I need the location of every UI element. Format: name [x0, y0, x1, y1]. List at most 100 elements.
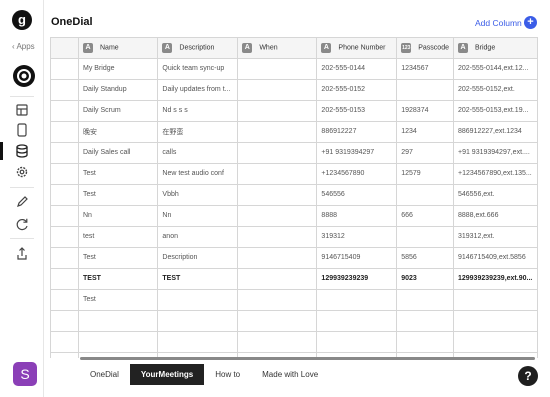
share-icon[interactable] — [13, 245, 31, 263]
database-icon[interactable] — [13, 142, 31, 160]
row-number-cell[interactable] — [51, 163, 79, 185]
cell-name[interactable]: Test — [78, 163, 159, 185]
cell-name[interactable]: Test — [78, 289, 159, 311]
cell-description[interactable]: Nn — [157, 205, 239, 227]
cell-phone-number[interactable]: 202-555-0144 — [316, 58, 398, 80]
cell-name[interactable]: Test — [78, 247, 159, 269]
row-number-cell[interactable] — [51, 58, 79, 80]
cell-description[interactable]: Quick team sync-up — [157, 58, 239, 80]
cell-phone-number[interactable]: +91 9319394297 — [316, 142, 398, 164]
cell-bridge[interactable]: 546556,ext. — [453, 184, 538, 206]
empty-cell[interactable] — [316, 310, 398, 332]
cell-name[interactable]: Nn — [78, 205, 159, 227]
cell-passcode[interactable]: 5856 — [396, 247, 454, 269]
cell-phone-number[interactable]: 202-555-0153 — [316, 100, 398, 122]
cell-phone-number[interactable]: 129939239239 — [316, 268, 398, 290]
column-header-bridge[interactable]: A Bridge — [453, 38, 538, 59]
cell-when[interactable] — [237, 100, 318, 122]
cell-bridge[interactable]: 202-555-0144,ext.12... — [453, 58, 538, 80]
cell-phone-number[interactable]: 8888 — [316, 205, 398, 227]
cell-passcode[interactable]: 1234 — [396, 121, 454, 143]
add-column-plus-icon[interactable]: + — [524, 16, 537, 29]
settings-icon[interactable] — [13, 163, 31, 181]
tab-yourmeetings[interactable]: YourMeetings — [129, 364, 205, 385]
row-number-cell[interactable] — [51, 79, 79, 101]
cell-passcode[interactable] — [396, 79, 454, 101]
cell-name[interactable]: Test — [78, 184, 159, 206]
cell-bridge[interactable]: 9146715409,ext.5856 — [453, 247, 538, 269]
empty-cell[interactable] — [316, 331, 398, 353]
cell-name[interactable]: test — [78, 226, 159, 248]
empty-cell[interactable] — [237, 310, 318, 332]
row-number-header[interactable] — [51, 38, 79, 59]
cell-phone-number[interactable] — [316, 289, 398, 311]
row-number-cell[interactable] — [51, 289, 79, 311]
cell-bridge[interactable]: 886912227,ext.1234 — [453, 121, 538, 143]
cell-bridge[interactable]: 319312,ext. — [453, 226, 538, 248]
row-number-cell[interactable] — [51, 310, 79, 332]
row-number-cell[interactable] — [51, 226, 79, 248]
column-header-name[interactable]: A Name — [78, 38, 159, 59]
empty-cell[interactable] — [78, 331, 159, 353]
empty-cell[interactable] — [396, 331, 454, 353]
cell-name[interactable]: TEST — [78, 268, 159, 290]
cell-bridge[interactable]: 8888,ext.666 — [453, 205, 538, 227]
horizontal-scrollbar[interactable] — [80, 357, 535, 360]
tab-made-with-love[interactable]: Made with Love — [251, 364, 329, 385]
cell-when[interactable] — [237, 205, 318, 227]
row-number-cell[interactable] — [51, 142, 79, 164]
cell-passcode[interactable] — [396, 184, 454, 206]
empty-cell[interactable] — [157, 310, 239, 332]
cell-bridge[interactable]: 202-555-0152,ext. — [453, 79, 538, 101]
cell-passcode[interactable]: 1928374 — [396, 100, 454, 122]
pencil-icon[interactable] — [13, 193, 31, 211]
cell-passcode[interactable]: 9023 — [396, 268, 454, 290]
cell-passcode[interactable]: 12579 — [396, 163, 454, 185]
row-number-cell[interactable] — [51, 268, 79, 290]
empty-cell[interactable] — [157, 331, 239, 353]
cell-description[interactable]: Description — [157, 247, 239, 269]
cell-when[interactable] — [237, 247, 318, 269]
column-header-phone-number[interactable]: A Phone Number — [316, 38, 398, 59]
refresh-icon[interactable] — [13, 215, 31, 233]
user-avatar[interactable]: S — [13, 362, 37, 386]
cell-phone-number[interactable]: 319312 — [316, 226, 398, 248]
cell-when[interactable] — [237, 184, 318, 206]
empty-cell[interactable] — [237, 331, 318, 353]
empty-cell[interactable] — [396, 310, 454, 332]
cell-passcode[interactable]: 666 — [396, 205, 454, 227]
cell-passcode[interactable] — [396, 226, 454, 248]
row-number-cell[interactable] — [51, 121, 79, 143]
row-number-cell[interactable] — [51, 247, 79, 269]
cell-bridge[interactable]: 202-555-0153,ext.19... — [453, 100, 538, 122]
cell-name[interactable]: My Bridge — [78, 58, 159, 80]
cell-description[interactable]: 在野蛮 — [157, 121, 239, 143]
column-header-description[interactable]: A Description — [157, 38, 239, 59]
cell-bridge[interactable]: 129939239239,ext.90... — [453, 268, 538, 290]
cell-description[interactable]: Nd s s s — [157, 100, 239, 122]
cell-name[interactable]: Daily Sales call — [78, 142, 159, 164]
back-to-apps-link[interactable]: ‹ Apps — [12, 42, 35, 51]
document-icon[interactable] — [13, 65, 35, 87]
cell-when[interactable] — [237, 163, 318, 185]
cell-passcode[interactable]: 1234567 — [396, 58, 454, 80]
cell-phone-number[interactable]: 202-555-0152 — [316, 79, 398, 101]
cell-description[interactable]: Vbbh — [157, 184, 239, 206]
column-header-when[interactable]: A When — [237, 38, 318, 59]
cell-when[interactable] — [237, 268, 318, 290]
cell-when[interactable] — [237, 121, 318, 143]
cell-when[interactable] — [237, 79, 318, 101]
cell-description[interactable] — [157, 289, 239, 311]
row-number-cell[interactable] — [51, 352, 79, 358]
empty-cell[interactable] — [453, 331, 538, 353]
tab-onedial[interactable]: OneDial — [79, 364, 130, 385]
raw-data-icon[interactable] — [13, 101, 31, 119]
cell-phone-number[interactable]: +1234567890 — [316, 163, 398, 185]
add-column-link[interactable]: Add Column — [475, 18, 522, 28]
cell-phone-number[interactable]: 546556 — [316, 184, 398, 206]
row-number-cell[interactable] — [51, 100, 79, 122]
cell-description[interactable]: TEST — [157, 268, 239, 290]
cell-when[interactable] — [237, 226, 318, 248]
cell-bridge[interactable] — [453, 289, 538, 311]
empty-cell[interactable] — [78, 310, 159, 332]
